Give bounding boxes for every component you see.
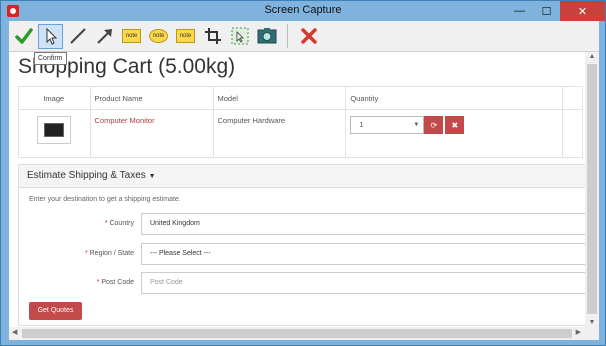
product-thumbnail[interactable]: [36, 116, 71, 144]
chevron-down-icon: ▼: [413, 122, 420, 128]
region-row: * Region / State --- Please Select ---: [19, 243, 595, 265]
close-button[interactable]: ✕: [560, 1, 605, 21]
scroll-right-icon[interactable]: ▶: [576, 328, 581, 336]
get-quotes-button[interactable]: Get Quotes: [29, 302, 82, 320]
shipping-heading: Estimate Shipping & Taxes: [27, 170, 146, 181]
note-oval-icon[interactable]: note: [146, 24, 171, 49]
horizontal-scroll-thumb[interactable]: [22, 329, 572, 338]
postcode-input[interactable]: Post Code: [141, 272, 595, 294]
select-region-icon[interactable]: [227, 24, 252, 49]
update-quantity-button[interactable]: ⟳: [424, 116, 444, 134]
vertical-scrollbar[interactable]: ▲ ▼: [585, 52, 599, 327]
arrow-icon[interactable]: [92, 24, 117, 49]
title-bar[interactable]: Screen Capture — ☐ ✕: [1, 1, 605, 21]
note-rect-icon[interactable]: note: [119, 24, 144, 49]
remove-icon: ✖: [451, 120, 459, 130]
check-icon[interactable]: [11, 24, 36, 49]
quantity-select[interactable]: 1 ▼: [350, 116, 425, 134]
captured-page: Shopping Cart (5.00kg) Image Product Nam…: [9, 52, 599, 340]
country-row: * Country United Kingdom: [19, 213, 595, 235]
shipping-panel: Estimate Shipping & Taxes ▼ Enter your d…: [18, 164, 596, 326]
refresh-icon: ⟳: [430, 120, 438, 130]
screen-capture-window: Screen Capture — ☐ ✕ note note note Conf…: [0, 0, 606, 346]
col-image: Image: [18, 86, 91, 110]
postcode-row: * Post Code Post Code: [19, 272, 595, 294]
horizontal-scrollbar[interactable]: ◀ ▶: [9, 327, 599, 340]
region-label: Region / State: [89, 250, 134, 257]
minimize-button[interactable]: —: [506, 1, 533, 21]
col-quantity: Quantity: [345, 86, 564, 110]
product-model: Computer Hardware: [217, 116, 286, 125]
shipping-panel-toggle[interactable]: Estimate Shipping & Taxes ▼: [19, 165, 595, 188]
maximize-button[interactable]: ☐: [533, 1, 560, 21]
col-extra: [562, 86, 583, 110]
scroll-up-icon[interactable]: ▲: [585, 53, 599, 60]
remove-item-button[interactable]: ✖: [445, 116, 465, 134]
col-model: Model: [212, 86, 347, 110]
caret-down-icon: ▼: [148, 173, 156, 180]
country-select[interactable]: United Kingdom: [141, 213, 595, 235]
camera-icon[interactable]: [254, 24, 279, 49]
shipping-note: Enter your destination to get a shipping…: [29, 196, 181, 203]
table-row: Computer Monitor Computer Hardware 1 ▼ ⟳…: [18, 109, 583, 158]
vertical-scroll-thumb[interactable]: [587, 64, 597, 314]
cancel-icon[interactable]: [296, 24, 321, 49]
crop-icon[interactable]: [200, 24, 225, 49]
col-product-name: Product Name: [89, 86, 214, 110]
monitor-icon: [43, 123, 64, 137]
line-icon[interactable]: [65, 24, 90, 49]
confirm-tooltip: Confirm: [34, 52, 67, 65]
toolbar-separator: [287, 24, 288, 48]
pointer-icon[interactable]: [38, 23, 63, 49]
scroll-left-icon[interactable]: ◀: [12, 328, 17, 336]
capture-toolbar: note note note: [9, 21, 599, 52]
cart-table: Image Product Name Model Quantity Comput…: [18, 86, 583, 158]
product-link[interactable]: Computer Monitor: [95, 116, 155, 125]
country-label: Country: [109, 220, 134, 227]
postcode-label: Post Code: [101, 279, 134, 286]
scroll-down-icon[interactable]: ▼: [585, 319, 599, 326]
note-callout-icon[interactable]: note: [173, 24, 198, 49]
region-select[interactable]: --- Please Select ---: [141, 243, 595, 265]
